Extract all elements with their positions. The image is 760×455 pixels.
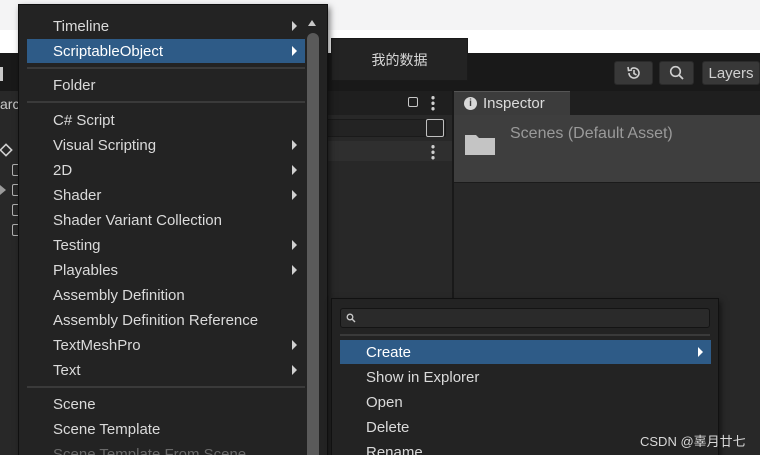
hierarchy-title: arc bbox=[0, 96, 20, 112]
menu-item-text[interactable]: Text bbox=[27, 358, 305, 382]
menu-item-2d[interactable]: 2D bbox=[27, 158, 305, 182]
menu-item-csharp-script[interactable]: C# Script bbox=[27, 108, 305, 132]
menu-item-visual-scripting[interactable]: Visual Scripting bbox=[27, 133, 305, 157]
submenu-arrow-icon bbox=[292, 340, 297, 350]
menu-item-label: Scene Template bbox=[53, 420, 161, 438]
folder-icon bbox=[465, 135, 495, 155]
menu-item-label: Testing bbox=[53, 236, 101, 254]
tab-inspector[interactable]: i Inspector bbox=[454, 91, 570, 115]
menu-separator bbox=[27, 386, 305, 388]
submenu-arrow-icon bbox=[292, 165, 297, 175]
menu-item-textmeshpro[interactable]: TextMeshPro bbox=[27, 333, 305, 357]
menu-item-label: TextMeshPro bbox=[53, 336, 141, 354]
menu-item-folder[interactable]: Folder bbox=[27, 73, 305, 97]
expand-arrow-icon[interactable] bbox=[0, 185, 6, 195]
menu-separator bbox=[27, 67, 305, 69]
menu-item-scene-template[interactable]: Scene Template bbox=[27, 417, 305, 441]
menu-item-scene-template-from-scene[interactable]: Scene Template From Scene bbox=[27, 442, 305, 455]
menu-item-label: 2D bbox=[53, 161, 73, 179]
menu-item-label: Folder bbox=[53, 76, 96, 94]
menu-separator bbox=[27, 101, 305, 103]
submenu-item-my-data[interactable]: 我的数据 bbox=[372, 50, 428, 70]
csdn-watermark: CSDN @辜月廿七 bbox=[640, 434, 746, 449]
menu-item-label: Show in Explorer bbox=[366, 368, 480, 386]
menu-item-label: Text bbox=[53, 361, 81, 379]
submenu-arrow-icon bbox=[292, 190, 297, 200]
menu-item-assembly-definition-reference[interactable]: Assembly Definition Reference bbox=[27, 308, 305, 332]
layers-dropdown[interactable]: Layers bbox=[702, 61, 760, 85]
history-icon bbox=[626, 66, 640, 79]
asset-title: Scenes (Default Asset) bbox=[510, 125, 673, 142]
more-options-icon[interactable] bbox=[431, 95, 435, 111]
search-icon bbox=[346, 313, 356, 323]
menu-item-label: C# Script bbox=[53, 111, 115, 129]
search-filter-icon[interactable] bbox=[426, 119, 444, 137]
menu-item-label: Create bbox=[366, 343, 412, 361]
toolbar-edge-marker bbox=[0, 67, 3, 81]
menu-item-label: Open bbox=[366, 393, 403, 411]
menu-item-playables[interactable]: Playables bbox=[27, 258, 305, 282]
submenu-arrow-icon bbox=[292, 140, 297, 150]
menu-item-label: Shader Variant Collection bbox=[53, 211, 222, 229]
context-item-open[interactable]: Open bbox=[340, 390, 711, 414]
inspector-asset-header: Scenes (Default Asset) bbox=[454, 115, 760, 183]
menu-item-timeline[interactable]: Timeline bbox=[27, 14, 305, 38]
menu-item-label: Assembly Definition Reference bbox=[53, 311, 259, 329]
menu-item-scriptableobject[interactable]: ScriptableObject bbox=[27, 39, 305, 63]
search-button[interactable] bbox=[659, 61, 694, 85]
project-panel-header bbox=[320, 91, 452, 115]
menu-item-label: Assembly Definition bbox=[53, 286, 185, 304]
submenu-arrow-icon bbox=[292, 240, 297, 250]
menu-item-label: Rename bbox=[366, 443, 423, 455]
submenu-arrow-icon bbox=[292, 21, 297, 31]
context-item-create[interactable]: Create bbox=[340, 340, 711, 364]
submenu-arrow-icon bbox=[292, 265, 297, 275]
submenu-arrow-icon bbox=[698, 347, 703, 357]
info-icon: i bbox=[464, 97, 477, 110]
unity-scene-icon bbox=[0, 143, 13, 157]
menu-item-scene[interactable]: Scene bbox=[27, 392, 305, 416]
project-breadcrumb-bar bbox=[320, 141, 452, 161]
menu-scrollbar-thumb[interactable] bbox=[307, 33, 319, 455]
menu-item-assembly-definition[interactable]: Assembly Definition bbox=[27, 283, 305, 307]
lock-icon[interactable] bbox=[408, 97, 418, 107]
menu-item-testing[interactable]: Testing bbox=[27, 233, 305, 257]
scroll-up-arrow-icon[interactable] bbox=[308, 20, 316, 26]
menu-item-label: Delete bbox=[366, 418, 410, 436]
search-icon bbox=[669, 65, 684, 80]
menu-separator bbox=[340, 334, 710, 336]
menu-item-label: Timeline bbox=[53, 17, 110, 35]
scriptableobject-submenu: 我的数据 bbox=[331, 38, 468, 81]
menu-item-shader-variant-collection[interactable]: Shader Variant Collection bbox=[27, 208, 305, 232]
context-search-field[interactable] bbox=[340, 308, 710, 328]
menu-item-label: Visual Scripting bbox=[53, 136, 157, 154]
menu-item-label: Shader bbox=[53, 186, 102, 204]
submenu-arrow-icon bbox=[292, 365, 297, 375]
submenu-arrow-icon bbox=[292, 46, 297, 56]
create-menu: Timeline ScriptableObject Folder C# Scri… bbox=[18, 4, 328, 455]
menu-item-label: Playables bbox=[53, 261, 119, 279]
more-options-icon[interactable] bbox=[431, 144, 435, 160]
menu-item-label: Scene Template From Scene bbox=[53, 445, 247, 455]
history-button[interactable] bbox=[614, 61, 653, 85]
menu-item-label: ScriptableObject bbox=[53, 42, 164, 60]
menu-item-shader[interactable]: Shader bbox=[27, 183, 305, 207]
inspector-tab-label: Inspector bbox=[483, 95, 545, 112]
inspector-tab-bar: i Inspector bbox=[454, 91, 760, 115]
layers-label: Layers bbox=[708, 64, 754, 82]
context-item-show-in-explorer[interactable]: Show in Explorer bbox=[340, 365, 711, 389]
menu-item-label: Scene bbox=[53, 395, 96, 413]
